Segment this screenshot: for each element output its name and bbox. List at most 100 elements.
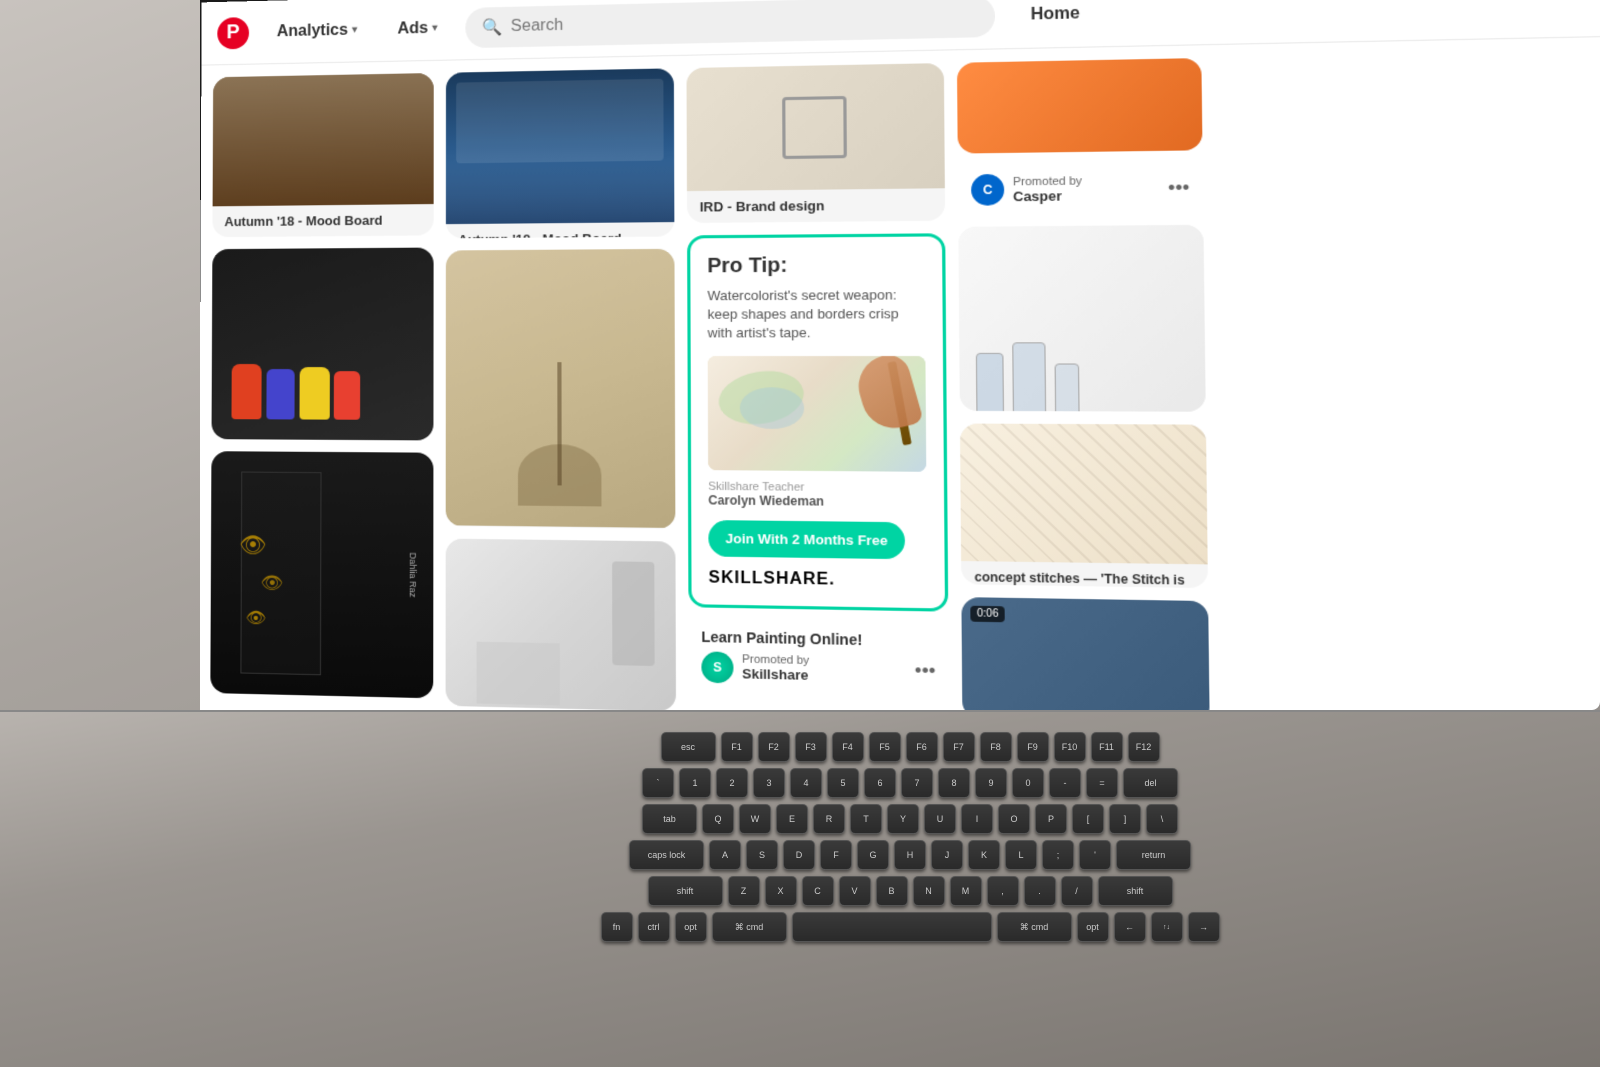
key-comma[interactable]: , xyxy=(987,876,1019,906)
key-space[interactable] xyxy=(792,912,992,942)
key-backtick[interactable]: ` xyxy=(642,768,674,798)
key-u[interactable]: U xyxy=(924,804,956,834)
key-f3[interactable]: F3 xyxy=(795,732,827,762)
key-9[interactable]: 9 xyxy=(975,768,1007,798)
key-equals[interactable]: = xyxy=(1086,768,1118,798)
key-4[interactable]: 4 xyxy=(790,768,822,798)
pin-flasks[interactable] xyxy=(958,225,1205,412)
key-f8[interactable]: F8 xyxy=(980,732,1012,762)
key-f10[interactable]: F10 xyxy=(1054,732,1086,762)
ads-nav-item[interactable]: Ads ▾ xyxy=(385,11,449,47)
key-period[interactable]: . xyxy=(1024,876,1056,906)
key-shift-left[interactable]: shift xyxy=(648,876,723,906)
key-8[interactable]: 8 xyxy=(938,768,970,798)
key-z[interactable]: Z xyxy=(728,876,760,906)
pin-pants[interactable]: 👁 👁 👁 Dahlia Raz xyxy=(210,451,433,698)
search-input[interactable] xyxy=(511,7,978,36)
key-6[interactable]: 6 xyxy=(864,768,896,798)
search-bar[interactable]: 🔍 xyxy=(466,0,996,48)
key-lbracket[interactable]: [ xyxy=(1072,804,1104,834)
key-f4[interactable]: F4 xyxy=(832,732,864,762)
key-j[interactable]: J xyxy=(931,840,963,870)
pin-colorvases[interactable] xyxy=(212,248,434,441)
key-f2[interactable]: F2 xyxy=(758,732,790,762)
key-return[interactable]: return xyxy=(1116,840,1191,870)
key-slash[interactable]: / xyxy=(1061,876,1093,906)
key-option-left[interactable]: opt xyxy=(675,912,707,942)
key-rbracket[interactable]: ] xyxy=(1109,804,1141,834)
key-2[interactable]: 2 xyxy=(716,768,748,798)
key-row-2: ` 1 2 3 4 5 6 7 8 9 0 - = del xyxy=(300,768,1520,798)
key-capslock[interactable]: caps lock xyxy=(629,840,704,870)
key-5[interactable]: 5 xyxy=(827,768,859,798)
key-e[interactable]: E xyxy=(776,804,808,834)
key-fn[interactable]: fn xyxy=(601,912,633,942)
grid-col-1: Autumn '18 - Mood Board xyxy=(210,73,433,706)
key-f9[interactable]: F9 xyxy=(1017,732,1049,762)
key-w[interactable]: W xyxy=(739,804,771,834)
key-r[interactable]: R xyxy=(813,804,845,834)
teacher-label: Skillshare Teacher xyxy=(708,480,804,493)
key-arrow-right[interactable]: → xyxy=(1188,912,1220,942)
key-y[interactable]: Y xyxy=(887,804,919,834)
key-1[interactable]: 1 xyxy=(679,768,711,798)
key-quote[interactable]: ' xyxy=(1079,840,1111,870)
casper-more-options[interactable]: ••• xyxy=(1168,177,1190,200)
key-minus[interactable]: - xyxy=(1049,768,1081,798)
key-h[interactable]: H xyxy=(894,840,926,870)
key-tab[interactable]: tab xyxy=(642,804,697,834)
key-l[interactable]: L xyxy=(1005,840,1037,870)
analytics-nav-item[interactable]: Analytics ▾ xyxy=(265,13,369,49)
key-s[interactable]: S xyxy=(746,840,778,870)
key-f7[interactable]: F7 xyxy=(943,732,975,762)
key-shift-right[interactable]: shift xyxy=(1098,876,1173,906)
key-n[interactable]: N xyxy=(913,876,945,906)
key-3[interactable]: 3 xyxy=(753,768,785,798)
key-k[interactable]: K xyxy=(968,840,1000,870)
pin-bluebottle[interactable]: Autumn '18 - Mood Board xyxy=(446,68,675,238)
key-cmd-left[interactable]: ⌘ cmd xyxy=(712,912,787,942)
more-options-button[interactable]: ••• xyxy=(915,660,936,683)
key-arrow-left[interactable]: ← xyxy=(1114,912,1146,942)
key-c[interactable]: C xyxy=(802,876,834,906)
key-f[interactable]: F xyxy=(820,840,852,870)
key-f6[interactable]: F6 xyxy=(906,732,938,762)
key-arrow-updown[interactable]: ↑↓ xyxy=(1151,912,1183,942)
key-cmd-right[interactable]: ⌘ cmd xyxy=(997,912,1072,942)
key-f12[interactable]: F12 xyxy=(1128,732,1160,762)
key-a[interactable]: A xyxy=(709,840,741,870)
key-0[interactable]: 0 xyxy=(1012,768,1044,798)
key-semicolon[interactable]: ; xyxy=(1042,840,1074,870)
skillshare-ad-card[interactable]: Pro Tip: Watercolorist's secret weapon: … xyxy=(687,233,948,611)
key-ctrl[interactable]: ctrl xyxy=(638,912,670,942)
key-p[interactable]: P xyxy=(1035,804,1067,834)
key-q[interactable]: Q xyxy=(702,804,734,834)
key-f1[interactable]: F1 xyxy=(721,732,753,762)
join-button[interactable]: Join With 2 Months Free xyxy=(708,520,905,559)
key-esc[interactable]: esc xyxy=(661,732,716,762)
key-o[interactable]: O xyxy=(998,804,1030,834)
pin-stitch[interactable]: concept stitches — 'The Stitch is Lost U… xyxy=(960,424,1208,589)
pin-autumn[interactable]: Autumn '18 - Mood Board xyxy=(212,73,433,237)
key-f5[interactable]: F5 xyxy=(869,732,901,762)
key-m[interactable]: M xyxy=(950,876,982,906)
pinterest-logo[interactable]: P xyxy=(217,17,249,49)
pin-bathroom[interactable] xyxy=(446,539,676,710)
key-b[interactable]: B xyxy=(876,876,908,906)
key-g[interactable]: G xyxy=(857,840,889,870)
pin-video[interactable]: 0:06 NEW! xyxy=(961,597,1209,710)
key-d[interactable]: D xyxy=(783,840,815,870)
key-backslash[interactable]: \ xyxy=(1146,804,1178,834)
key-7[interactable]: 7 xyxy=(901,768,933,798)
key-option-right[interactable]: opt xyxy=(1077,912,1109,942)
key-delete[interactable]: del xyxy=(1123,768,1178,798)
key-f11[interactable]: F11 xyxy=(1091,732,1123,762)
key-x[interactable]: X xyxy=(765,876,797,906)
home-link[interactable]: Home xyxy=(1031,4,1080,24)
pin-brand[interactable]: IRD - Brand design xyxy=(686,63,945,223)
pin-natural[interactable]: Natural xyxy=(446,248,676,529)
key-t[interactable]: T xyxy=(850,804,882,834)
key-i[interactable]: I xyxy=(961,804,993,834)
key-v[interactable]: V xyxy=(839,876,871,906)
pin-top-right[interactable] xyxy=(957,58,1203,154)
